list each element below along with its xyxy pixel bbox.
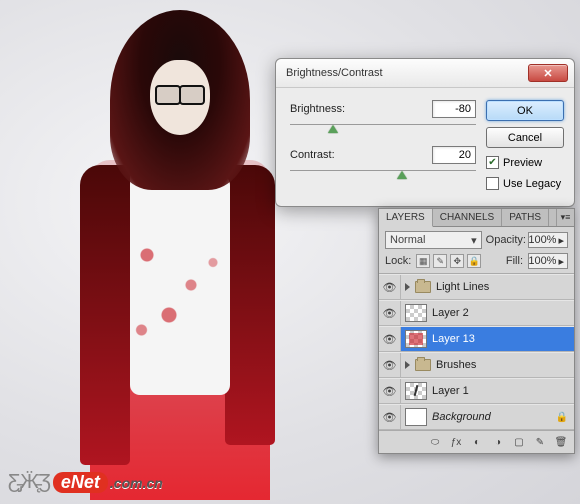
layer-name: Background <box>432 411 491 423</box>
preview-checkbox[interactable]: ✔ <box>486 156 499 169</box>
layer-row[interactable]: 👁 Layer 2 <box>379 300 574 326</box>
layers-panel: LAYERS CHANNELS PATHS ▾≡ Normal ▾ Opacit… <box>378 208 575 454</box>
dialog-title: Brightness/Contrast <box>286 67 528 79</box>
brightness-contrast-dialog: Brightness/Contrast ✕ Brightness: Contra… <box>275 58 575 207</box>
visibility-toggle[interactable]: 👁 <box>379 275 401 299</box>
layer-name: Brushes <box>436 359 476 371</box>
brightness-slider[interactable] <box>290 122 476 136</box>
legacy-checkbox-row[interactable]: Use Legacy <box>486 177 564 190</box>
watermark: Ƹ̵̡Ӝ̵̨̄Ʒ eNet .com.cn <box>8 471 163 494</box>
visibility-toggle[interactable]: 👁 <box>379 405 401 429</box>
watermark-logo: eNet <box>53 472 108 494</box>
opacity-input[interactable]: 100%▸ <box>528 232 568 248</box>
contrast-label: Contrast: <box>290 149 432 161</box>
layer-name: Light Lines <box>436 281 489 293</box>
layer-row-selected[interactable]: 👁 Layer 13 <box>379 326 574 352</box>
eye-icon: 👁 <box>383 385 397 398</box>
eye-icon: 👁 <box>383 307 397 320</box>
visibility-toggle[interactable]: 👁 <box>379 327 401 351</box>
brightness-input[interactable] <box>432 100 476 118</box>
new-layer-button[interactable]: ✎ <box>531 434 549 450</box>
chevron-right-icon: ▸ <box>558 234 564 247</box>
layers-panel-footer: ⬭ ƒx ◐ ◑ ▢ ✎ 🗑 <box>379 430 574 453</box>
watermark-text: .com.cn <box>110 475 163 491</box>
eye-icon: 👁 <box>383 333 397 346</box>
layer-name: Layer 13 <box>432 333 475 345</box>
layer-name: Layer 2 <box>432 307 469 319</box>
layer-style-button[interactable]: ƒx <box>447 434 465 450</box>
layer-thumbnail <box>405 408 427 426</box>
visibility-toggle[interactable]: 👁 <box>379 301 401 325</box>
brightness-label: Brightness: <box>290 103 432 115</box>
new-group-button[interactable]: ▢ <box>510 434 528 450</box>
lock-pixels-icon[interactable]: ✎ <box>433 254 447 268</box>
lock-position-icon[interactable]: ✥ <box>450 254 464 268</box>
layer-thumbnail <box>405 304 427 322</box>
layer-row[interactable]: 👁 Brushes <box>379 352 574 378</box>
folder-icon <box>415 281 431 293</box>
visibility-toggle[interactable]: 👁 <box>379 379 401 403</box>
close-icon: ✕ <box>543 67 552 80</box>
layer-row[interactable]: 👁 Background 🔒 <box>379 404 574 430</box>
lock-transparency-icon[interactable]: ▦ <box>416 254 430 268</box>
chevron-right-icon: ▸ <box>558 255 564 268</box>
tab-channels[interactable]: CHANNELS <box>433 209 502 226</box>
legacy-label: Use Legacy <box>503 178 561 190</box>
opacity-label: Opacity: <box>486 234 526 246</box>
link-layers-button[interactable]: ⬭ <box>426 434 444 450</box>
layer-row[interactable]: 👁 Light Lines <box>379 274 574 300</box>
tab-layers[interactable]: LAYERS <box>379 209 433 227</box>
layer-row[interactable]: 👁 Layer 1 <box>379 378 574 404</box>
contrast-input[interactable] <box>432 146 476 164</box>
lock-all-icon[interactable]: 🔒 <box>467 254 481 268</box>
dialog-titlebar[interactable]: Brightness/Contrast ✕ <box>276 59 574 88</box>
folder-icon <box>415 359 431 371</box>
butterfly-icon: Ƹ̵̡Ӝ̵̨̄Ʒ <box>8 471 51 494</box>
cancel-button[interactable]: Cancel <box>486 127 564 148</box>
adjustment-layer-button[interactable]: ◑ <box>489 434 507 450</box>
layer-thumbnail <box>405 382 427 400</box>
eye-icon: 👁 <box>383 281 397 294</box>
delete-layer-button[interactable]: 🗑 <box>552 434 570 450</box>
layer-mask-button[interactable]: ◐ <box>468 434 486 450</box>
preview-label: Preview <box>503 157 542 169</box>
fill-input[interactable]: 100%▸ <box>528 253 568 269</box>
panel-menu-button[interactable]: ▾≡ <box>556 209 574 226</box>
layer-name: Layer 1 <box>432 385 469 397</box>
lock-icon: 🔒 <box>556 412 568 423</box>
expand-icon[interactable] <box>405 361 410 369</box>
visibility-toggle[interactable]: 👁 <box>379 353 401 377</box>
eye-icon: 👁 <box>383 359 397 372</box>
lock-label: Lock: <box>385 255 411 267</box>
close-button[interactable]: ✕ <box>528 64 568 82</box>
layer-list: 👁 Light Lines 👁 Layer 2 👁 Layer 13 👁 <box>379 274 574 430</box>
panel-tabs: LAYERS CHANNELS PATHS ▾≡ <box>379 209 574 227</box>
photo-subject <box>60 10 300 500</box>
chevron-down-icon: ▾ <box>471 234 477 247</box>
fill-label: Fill: <box>506 255 523 267</box>
expand-icon[interactable] <box>405 283 410 291</box>
ok-button[interactable]: OK <box>486 100 564 121</box>
contrast-slider[interactable] <box>290 168 476 182</box>
layer-thumbnail <box>405 330 427 348</box>
legacy-checkbox[interactable] <box>486 177 499 190</box>
preview-checkbox-row[interactable]: ✔ Preview <box>486 156 564 169</box>
blend-mode-select[interactable]: Normal ▾ <box>385 231 482 249</box>
tab-paths[interactable]: PATHS <box>502 209 549 226</box>
eye-icon: 👁 <box>383 411 397 424</box>
